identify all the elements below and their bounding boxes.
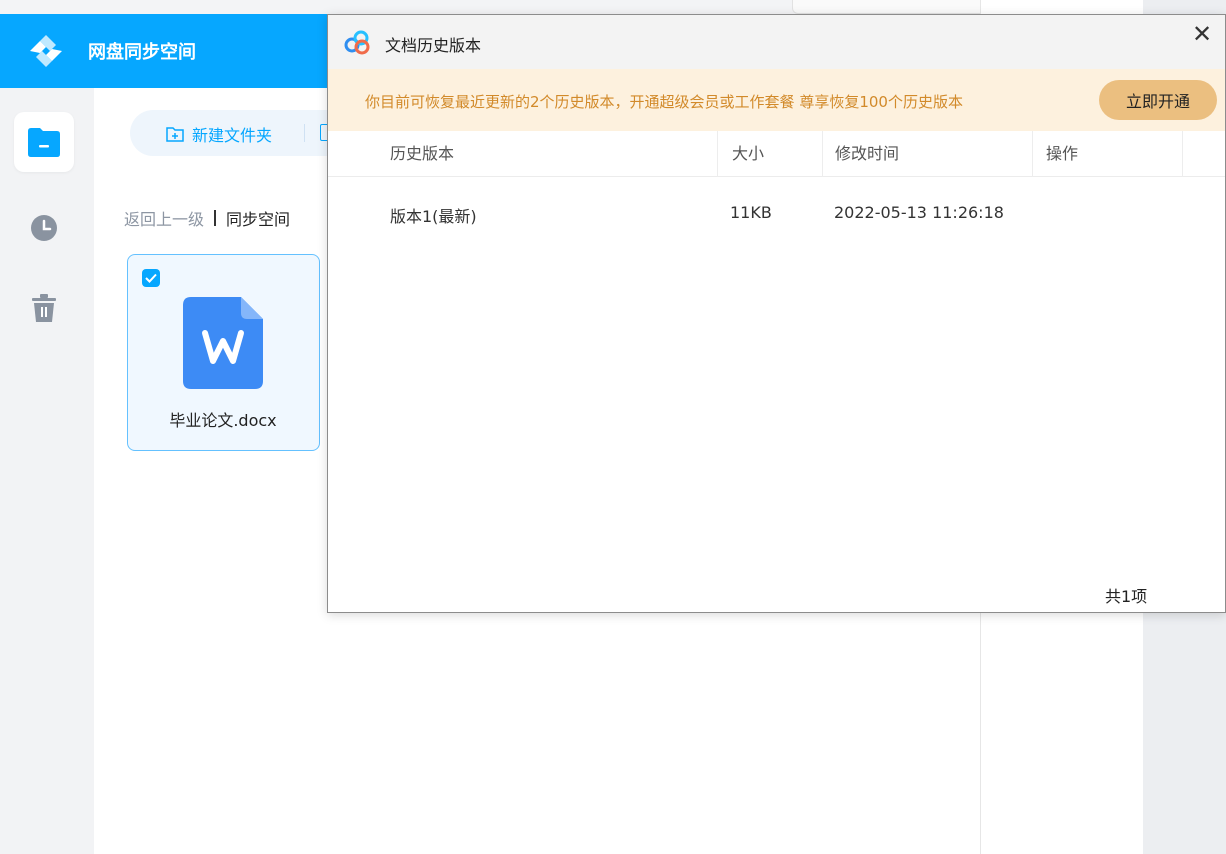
sidebar xyxy=(0,88,94,854)
modified-cell: 2022-05-13 11:26:18 xyxy=(834,203,1004,222)
add-folder-icon xyxy=(166,127,184,142)
column-divider xyxy=(822,131,823,177)
column-divider xyxy=(1032,131,1033,177)
folder-icon xyxy=(28,128,60,157)
column-divider xyxy=(717,131,718,177)
sidebar-item-trash[interactable] xyxy=(14,278,74,338)
column-header-action: 操作 xyxy=(1046,144,1079,163)
word-doc-icon xyxy=(183,297,263,389)
breadcrumb-current: 同步空间 xyxy=(226,210,291,229)
dialog-title: 文档历史版本 xyxy=(385,36,482,55)
banner-text: 你目前可恢复最近更新的2个历史版本，开通超级会员或工作套餐 尊享恢复100个历史… xyxy=(365,93,963,111)
upgrade-button[interactable]: 立即开通 xyxy=(1099,80,1217,120)
total-count: 共1项 xyxy=(1105,587,1148,606)
breadcrumb: 返回上一级 同步空间 xyxy=(124,206,290,230)
file-name: 毕业论文.docx xyxy=(169,411,277,430)
file-checkbox[interactable] xyxy=(142,269,160,287)
column-header-size: 大小 xyxy=(732,144,765,163)
baidu-cloud-icon xyxy=(344,30,370,55)
column-divider xyxy=(1182,131,1183,177)
upgrade-banner: 你目前可恢复最近更新的2个历史版本，开通超级会员或工作套餐 尊享恢复100个历史… xyxy=(328,69,1225,131)
column-header-version: 历史版本 xyxy=(390,144,455,163)
new-folder-label: 新建文件夹 xyxy=(192,126,273,145)
size-cell: 11KB xyxy=(730,203,772,222)
breadcrumb-back-link[interactable]: 返回上一级 xyxy=(124,206,204,230)
sync-logo-icon xyxy=(30,35,62,67)
toolbar-divider xyxy=(304,124,305,142)
version-cell: 版本1(最新) xyxy=(390,207,477,226)
trash-icon xyxy=(32,294,56,322)
clock-icon xyxy=(31,215,57,241)
sidebar-item-recent[interactable] xyxy=(14,198,74,258)
dialog-header: 文档历史版本 ✕ xyxy=(328,15,1225,69)
version-history-dialog: 文档历史版本 ✕ 你目前可恢复最近更新的2个历史版本，开通超级会员或工作套餐 尊… xyxy=(327,14,1226,613)
new-folder-button[interactable]: 新建文件夹 xyxy=(166,122,272,146)
app-title: 网盘同步空间 xyxy=(88,42,196,63)
breadcrumb-separator xyxy=(214,210,217,226)
close-button[interactable]: ✕ xyxy=(1184,19,1220,49)
check-icon xyxy=(145,273,157,283)
sidebar-item-files[interactable] xyxy=(14,112,74,172)
column-header-modified: 修改时间 xyxy=(835,144,900,163)
table-header: 历史版本 大小 修改时间 操作 xyxy=(328,131,1225,177)
file-card[interactable]: 毕业论文.docx xyxy=(127,254,320,451)
